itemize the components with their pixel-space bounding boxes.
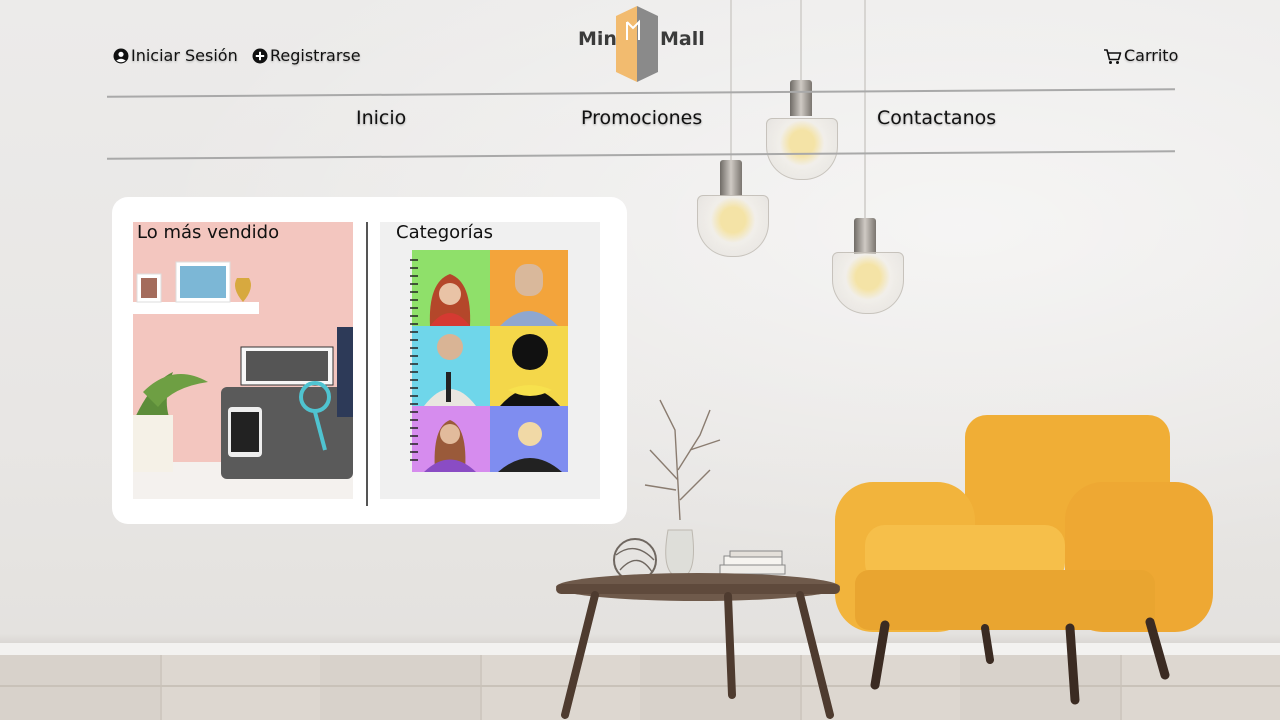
- categories-image: [410, 250, 568, 472]
- featured-card: Lo más vendido Categorías: [112, 197, 627, 524]
- building-logo-icon: [616, 6, 658, 82]
- logo-word-right: Mall: [660, 28, 705, 50]
- categories-panel[interactable]: Categorías: [380, 222, 600, 499]
- card-divider: [366, 222, 368, 506]
- best-sellers-image: [133, 222, 353, 499]
- user-circle-icon: [113, 48, 129, 64]
- login-link[interactable]: Iniciar Sesión: [113, 46, 238, 65]
- plus-circle-icon: [252, 48, 268, 64]
- nav-item-contactanos[interactable]: Contactanos: [877, 107, 996, 129]
- nav-item-promociones[interactable]: Promociones: [581, 107, 702, 129]
- cart-label: Carrito: [1124, 46, 1179, 65]
- categories-title: Categorías: [396, 222, 493, 243]
- best-sellers-panel[interactable]: Lo más vendido: [133, 222, 353, 499]
- best-sellers-title: Lo más vendido: [137, 222, 280, 243]
- register-label: Registrarse: [270, 46, 361, 65]
- login-label: Iniciar Sesión: [131, 46, 238, 65]
- armchair-illustration: [835, 415, 1213, 705]
- cart-link[interactable]: Carrito: [1103, 46, 1178, 65]
- cart-icon: [1103, 48, 1122, 64]
- minimall-logo[interactable]: Mini Mall: [578, 6, 705, 84]
- register-link[interactable]: Registrarse: [252, 46, 361, 65]
- nav-item-inicio[interactable]: Inicio: [356, 107, 406, 129]
